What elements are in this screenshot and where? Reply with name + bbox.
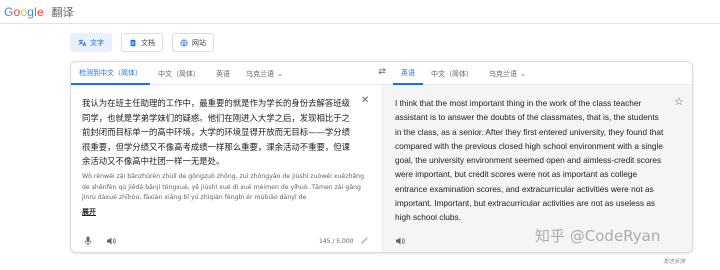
speaker-icon[interactable] (395, 236, 405, 249)
source-language-tabs: 检测到中文（简体） 中文（简体） 英语 乌克兰语 ⌄ (71, 62, 291, 85)
translate-icon (78, 39, 86, 46)
speaker-icon[interactable] (106, 236, 116, 249)
mode-website-button[interactable]: 网站 (172, 33, 214, 52)
mode-text-button[interactable]: 文字 (70, 33, 112, 52)
mode-label: 文字 (90, 38, 104, 47)
source-text-input[interactable]: 我认为在班主任助理的工作中，最重要的就是作为学长的身份去解答班级同学，也就是学弟… (82, 96, 356, 169)
product-name: 翻译 (51, 6, 74, 19)
mode-selector: 文字 文档 网站 (70, 33, 214, 52)
tab-target-english[interactable]: 英语 (393, 62, 423, 85)
tab-source-chinese-simplified[interactable]: 中文（简体） (150, 62, 208, 85)
source-footer: 145 / 5,000 (71, 230, 382, 252)
document-icon (130, 39, 136, 46)
tab-source-ukrainian[interactable]: 乌克兰语 ⌄ (238, 62, 291, 85)
transliteration-text: Wǒ rènwéi zài bānzhǔrèn zhùlǐ de gōngzuò… (82, 173, 365, 201)
send-feedback-link[interactable]: 发送反馈 (663, 257, 685, 265)
swap-languages-icon[interactable]: ⇄ (375, 67, 389, 81)
tab-label: 乌克兰语 (489, 69, 517, 78)
tab-source-english[interactable]: 英语 (208, 62, 238, 85)
tab-label: 乌克兰语 (246, 69, 274, 78)
microphone-icon[interactable] (84, 236, 92, 249)
mode-document-button[interactable]: 文档 (121, 33, 163, 52)
edit-pencil-icon[interactable] (360, 236, 369, 248)
watermark-text: 知乎 @CodeRyan (535, 227, 661, 245)
show-more-link[interactable]: 展开 (82, 207, 96, 217)
tab-source-detected[interactable]: 检测到中文（简体） (71, 62, 150, 85)
google-translate-logo[interactable]: Google 翻译 (4, 4, 74, 20)
clear-text-icon[interactable]: ✕ (361, 95, 369, 106)
tab-target-ukrainian[interactable]: 乌克兰语 ⌄ (481, 62, 534, 85)
translation-output: I think that the most important thing in… (395, 98, 664, 223)
save-translation-star-icon[interactable]: ☆ (674, 95, 684, 108)
character-count: 145 / 5,000 (319, 238, 354, 245)
target-language-tabs: 英语 中文（简体） 乌克兰语 ⌄ (393, 62, 534, 85)
mode-label: 网站 (192, 38, 206, 47)
language-bar: 检测到中文（简体） 中文（简体） 英语 乌克兰语 ⌄ ⇄ 英语 中文（简体） 乌克… (71, 62, 692, 85)
panel-divider (382, 85, 383, 252)
globe-icon (180, 38, 188, 47)
tab-target-chinese-simplified[interactable]: 中文（简体） (423, 62, 481, 85)
chevron-down-icon[interactable]: ⌄ (520, 70, 526, 78)
mode-label: 文档 (141, 38, 155, 47)
chevron-down-icon[interactable]: ⌄ (277, 70, 283, 78)
app-header: Google 翻译 (0, 0, 720, 24)
